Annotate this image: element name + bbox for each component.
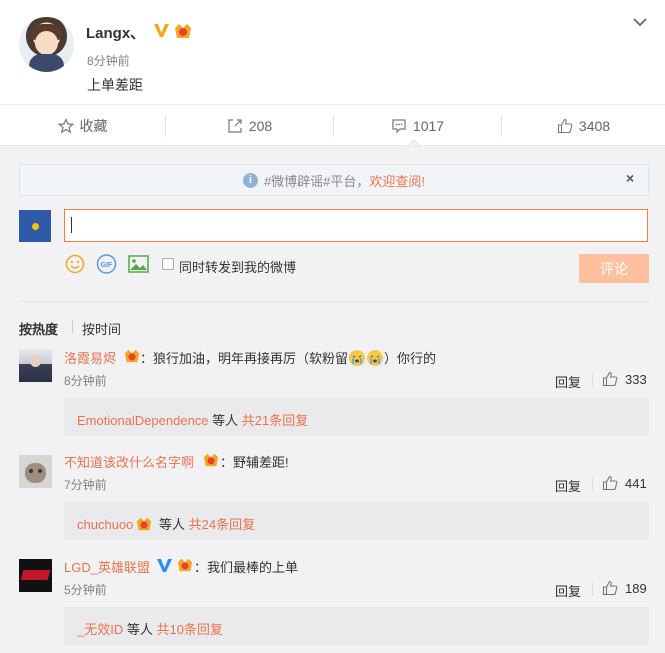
sub-replies-summary[interactable]: _无效ID 等人 共10条回复 [77,619,223,638]
sub-reply-count[interactable]: 共24条回复 [189,517,255,532]
thumbs-up-icon[interactable] [602,475,618,491]
notice-link[interactable]: 欢迎查阅! [369,171,425,190]
like-separator [592,582,593,596]
text-cursor [71,217,72,233]
comment-pointer-caret [407,139,421,147]
commenter-avatar[interactable] [19,559,52,592]
repost-count: 208 [248,117,273,134]
avatar-star [31,222,39,230]
comment-text: ：我们最棒的上单 [194,560,299,575]
notice-text: #微博辟谣#平台， [263,173,370,189]
vip-member-icon[interactable] [176,557,194,573]
commenter-avatar[interactable] [19,349,52,382]
sort-by-time-tab[interactable]: 按时间 [82,319,121,338]
comment-text: ：野辅差距! [220,455,289,470]
comment-like-count: 441 [625,476,647,491]
repost-checkbox[interactable] [162,258,174,270]
section-divider [19,301,649,302]
comment-text-part: ：狼行加油，明年再接再厉（软粉留 [140,351,349,366]
share-icon [228,118,242,133]
post-time[interactable]: 8分钟前 [87,52,130,69]
comment-like-count: 189 [625,581,647,596]
verified-v-icon[interactable] [156,557,173,574]
vip-member-icon[interactable] [135,516,153,532]
comment-input[interactable] [64,209,648,242]
commenter-name[interactable]: 不知道该改什么名字啊 [64,452,194,471]
like-separator [592,373,593,387]
info-icon: i [242,172,258,188]
commenter-name[interactable]: LGD_英雄联盟 [64,557,150,576]
reply-button[interactable]: 回复 [555,372,581,391]
favorite-button[interactable]: 收藏 [0,105,165,146]
image-icon[interactable] [128,255,149,273]
thumbs-up-icon[interactable] [602,580,618,596]
reply-button[interactable]: 回复 [555,476,581,495]
commenter-name-text[interactable]: 不知道该改什么名字啊 [64,455,194,470]
comment-text-part: ）你行的 [384,351,437,366]
favorite-label: 收藏 [79,117,108,134]
repost-checkbox-label[interactable]: 同时转发到我的微博 [179,257,296,276]
crying-emoji-icon [367,350,384,366]
sub-replies-summary[interactable]: EmotionalDependence 等人 共21条回复 [77,410,308,429]
comment-text: ：狼行加油，明年再接再厉（软粉留 ）你行的 [140,348,436,367]
avatar-body [29,54,64,72]
submit-comment-button[interactable]: 评论 [579,254,649,283]
commenter-name[interactable]: 洛霞易烬 [64,348,116,367]
avatar-eye [29,469,33,473]
comment-time: 7分钟前 [64,478,107,492]
commenter-name-text[interactable]: LGD_英雄联盟 [64,560,150,575]
commenter-name-text[interactable]: 洛霞易烬 [64,351,116,366]
like-count: 3408 [578,117,611,134]
avatar-face [35,31,58,55]
close-icon[interactable]: × [626,170,634,186]
commenter-avatar[interactable] [19,455,52,488]
sub-reply-user[interactable]: _无效ID [77,622,123,637]
emoji-icon[interactable] [65,254,85,274]
sub-reply-mid: 等人 [208,413,242,428]
star-icon [57,117,74,134]
sub-reply-user[interactable]: EmotionalDependence [77,413,209,428]
rumor-notice-banner: i #微博辟谣#平台， 欢迎查阅! [19,164,649,196]
post-username[interactable]: Langx、 [86,22,145,43]
thumbs-up-icon [557,118,573,133]
sub-reply-user[interactable]: chuchuoo [77,517,133,532]
chevron-down-icon[interactable] [632,14,648,30]
sub-reply-mid: 等人 [123,622,157,637]
user-avatar[interactable] [19,17,74,72]
sort-separator [72,320,73,333]
avatar-cat [25,463,46,483]
vip-member-icon[interactable] [123,348,141,364]
crying-emoji-icon [349,350,366,366]
vip-member-icon[interactable] [173,22,193,40]
reply-button[interactable]: 回复 [555,581,581,600]
gif-icon[interactable]: GIF [96,254,117,274]
repost-button[interactable]: 208 [166,105,333,146]
thumbs-up-icon[interactable] [602,371,618,387]
my-avatar[interactable] [19,210,51,242]
verified-v-icon[interactable] [153,22,170,39]
avatar-face [30,355,41,367]
like-button[interactable]: 3408 [502,105,665,146]
comment-time: 5分钟前 [64,583,107,597]
comment-icon [392,118,406,133]
sub-reply-count[interactable]: 共21条回复 [242,413,308,428]
comment-like-count: 333 [625,372,647,387]
gif-label: GIF [101,262,113,269]
comment-count: 1017 [412,117,445,134]
sub-replies-summary[interactable]: chuchuoo 等人 共24条回复 [77,514,255,533]
sub-reply-count[interactable]: 共10条回复 [156,622,222,637]
sub-reply-mid: 等人 [155,517,189,532]
like-separator [592,477,593,491]
post-text: 上单差距 [87,77,143,93]
vip-member-icon[interactable] [202,452,220,468]
comment-time: 8分钟前 [64,374,107,388]
post-action-bar: 收藏 208 1017 3408 [0,104,665,146]
sort-by-hot-tab[interactable]: 按热度 [19,319,58,338]
post-card: Langx、 8分钟前 上单差距 [0,0,665,104]
avatar-eye [38,469,42,473]
lgd-logo-mark [20,570,51,580]
